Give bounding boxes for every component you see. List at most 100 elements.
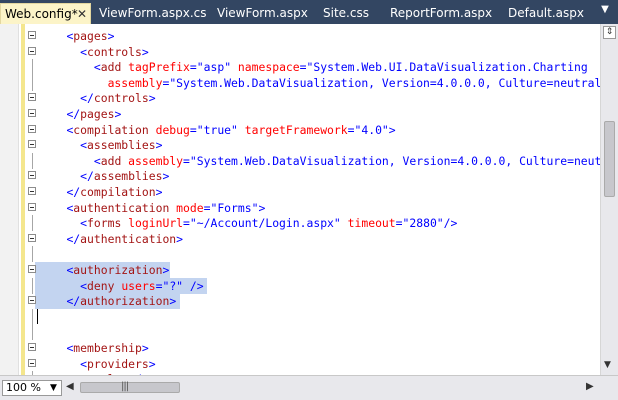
collapse-toggle-icon[interactable] (28, 124, 36, 133)
code-editor[interactable]: <pages> <controls> <add tagPrefix="asp" … (0, 24, 600, 375)
code-line[interactable]: <deny users="?" /> (0, 277, 600, 294)
fold-guide (32, 59, 33, 76)
fold-guide (32, 215, 33, 232)
scroll-grip: ||| (121, 381, 129, 392)
code-token: </ (80, 91, 94, 106)
code-token: = (395, 216, 403, 231)
split-window-icon[interactable]: ⇕ (603, 26, 616, 39)
collapse-toggle-icon[interactable] (28, 233, 36, 242)
code-line[interactable]: </authorization> (0, 293, 600, 310)
close-icon[interactable]: ✕ (77, 4, 87, 25)
code-line[interactable]: </compilation> (0, 184, 600, 200)
code-token: < (80, 278, 88, 293)
code-token: > (148, 91, 156, 106)
collapse-toggle-icon[interactable] (28, 109, 36, 117)
scroll-left-arrow-icon[interactable]: ◀ (66, 381, 74, 392)
collapse-toggle-icon[interactable] (28, 171, 36, 180)
tab-site-css[interactable]: Site.css (323, 3, 369, 24)
collapse-toggle-icon[interactable] (28, 46, 36, 55)
code-token: namespace (237, 60, 300, 75)
code-line[interactable]: <controls> (0, 44, 600, 60)
text-caret (37, 308, 38, 324)
horizontal-scrollbar[interactable]: ◀ ||| ▶ (66, 380, 598, 396)
code-line[interactable]: <forms loginUrl="~/Account/Login.aspx" t… (0, 215, 600, 232)
code-token: > (162, 263, 170, 277)
code-token: pages (80, 107, 115, 121)
code-token: = (347, 122, 355, 137)
horizontal-scroll-thumb[interactable]: ||| (80, 381, 180, 393)
code-line[interactable]: </pages> (0, 106, 600, 122)
code-line[interactable] (0, 246, 600, 263)
code-token: > (107, 29, 115, 43)
collapse-toggle-icon[interactable] (28, 140, 36, 149)
code-token: < (80, 138, 88, 153)
tab-label: Web.config* (5, 7, 78, 21)
tab-web-config[interactable]: Web.config* ✕ (0, 3, 91, 24)
tab-viewform-aspx[interactable]: ViewForm.aspx (217, 3, 308, 24)
code-line[interactable]: </assemblies> (0, 168, 600, 184)
code-text: <add tagPrefix="asp" namespace="System.W… (39, 59, 588, 75)
code-token: < (80, 216, 88, 231)
code-text: <membership> (39, 340, 148, 356)
tab-default-aspx[interactable]: Default.aspx (508, 3, 584, 24)
collapse-toggle-icon[interactable] (28, 31, 36, 39)
code-token: mode (176, 200, 204, 215)
document-tab-strip: Web.config* ✕ ViewForm.aspx.cs ViewForm.… (0, 0, 618, 24)
code-line[interactable]: <add tagPrefix="asp" namespace="System.W… (0, 59, 600, 76)
collapse-toggle-icon[interactable] (28, 202, 36, 211)
tab-reportform-aspx[interactable]: ReportForm.aspx (390, 3, 492, 24)
code-token: /> (443, 216, 458, 231)
code-text: <add assembly="System.Web.DataVisualizat… (39, 153, 600, 169)
code-line[interactable] (0, 324, 600, 341)
collapse-toggle-icon[interactable] (28, 296, 36, 305)
zoom-select[interactable]: 100 % ▼ (2, 380, 62, 396)
code-line[interactable]: <pages> (0, 28, 600, 44)
code-token: compilation (73, 122, 149, 137)
code-line[interactable]: <providers> (0, 356, 600, 372)
code-line[interactable]: assembly="System.Web.DataVisualization, … (0, 74, 600, 91)
scroll-right-arrow-icon[interactable]: ▶ (586, 381, 594, 392)
code-token: = (189, 122, 197, 137)
code-line[interactable]: <authentication mode="Forms"> (0, 200, 600, 216)
collapse-toggle-icon[interactable] (28, 187, 36, 195)
code-token: = (299, 60, 307, 75)
code-line[interactable]: <authorization> (0, 262, 600, 278)
code-token: < (80, 44, 88, 59)
code-token: assembly (128, 153, 184, 168)
code-line[interactable]: <membership> (0, 340, 600, 356)
scroll-down-arrow-icon[interactable]: ▼ (604, 360, 611, 370)
code-token: "2880" (402, 216, 444, 231)
code-line[interactable]: <compilation debug="true" targetFramewor… (0, 122, 600, 138)
code-line[interactable] (0, 308, 600, 325)
collapse-toggle-icon[interactable] (28, 343, 36, 351)
code-token: pages (73, 29, 108, 43)
chevron-down-icon[interactable]: ▼ (50, 381, 57, 395)
fold-guide (32, 324, 33, 341)
code-token: "System.Web.DataVisualization, Version=4… (169, 75, 600, 90)
collapse-toggle-icon[interactable] (28, 93, 36, 102)
code-token: > (176, 231, 184, 246)
tab-viewform-aspx-cs[interactable]: ViewForm.aspx.cs (99, 3, 207, 24)
code-line[interactable]: <assemblies> (0, 137, 600, 153)
code-token: = (189, 60, 197, 75)
collapse-toggle-icon[interactable] (28, 358, 36, 367)
collapse-toggle-icon[interactable] (28, 265, 36, 273)
code-line[interactable]: </authentication> (0, 231, 600, 247)
vertical-scrollbar[interactable]: ⇕ ▼ (600, 24, 618, 375)
code-token: "~/Account/Login.aspx" (189, 216, 341, 231)
vertical-scroll-thumb[interactable] (604, 121, 615, 197)
code-line[interactable]: </controls> (0, 90, 600, 106)
code-token: = (183, 153, 190, 168)
tab-label: Default.aspx (508, 6, 584, 20)
tab-dropdown-icon[interactable]: ▼ (598, 4, 612, 20)
code-line[interactable]: <add assembly="System.Web.DataVisualizat… (0, 152, 600, 169)
code-token: > (155, 138, 163, 153)
code-text: <authorization> (39, 262, 169, 278)
code-token: controls (93, 91, 149, 106)
